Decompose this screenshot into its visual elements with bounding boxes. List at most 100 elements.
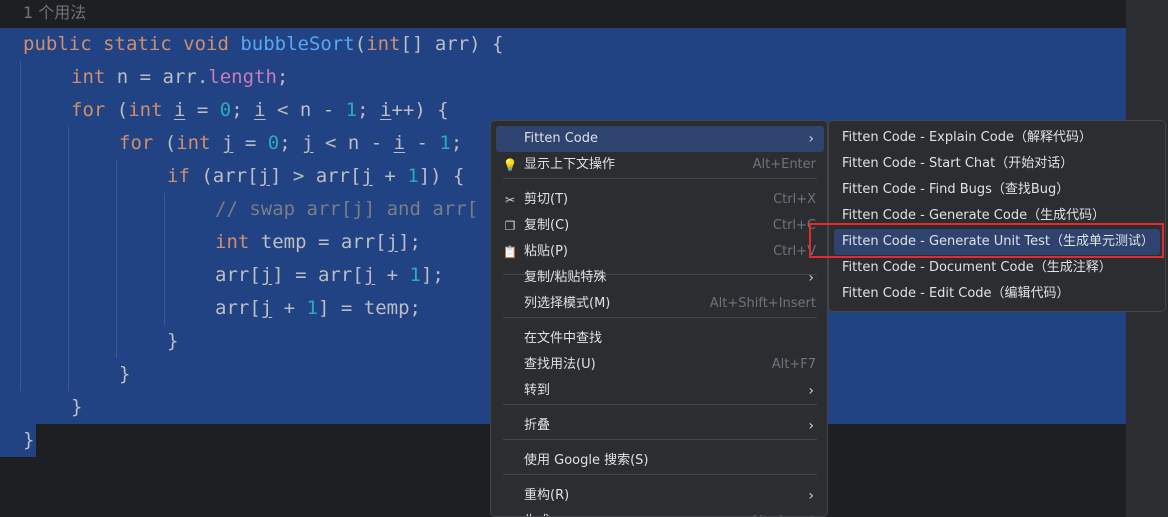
code-token: int — [128, 99, 174, 121]
chevron-right-icon: › — [808, 383, 814, 399]
code-line[interactable]: int temp = arr[j]; — [215, 226, 421, 259]
code-token: bubbleSort — [240, 33, 355, 55]
code-line[interactable]: arr[j] = arr[j + 1]; — [215, 259, 444, 292]
code-token: int — [176, 132, 222, 154]
menu-item-label: 使用 Google 搜索(S) — [524, 453, 649, 468]
menu-item-label: Fitten Code — [524, 131, 598, 146]
code-token: i — [379, 99, 392, 121]
code-line[interactable]: if (arr[j] > arr[j + 1]) { — [167, 160, 465, 193]
code-token: } — [119, 363, 131, 385]
code-token: ]; — [398, 231, 421, 253]
code-token: if — [167, 165, 202, 187]
code-token: int — [366, 33, 401, 55]
menu-item[interactable]: Fitten Code › — [496, 126, 824, 152]
code-line[interactable]: for (int j = 0; j < n - i - 1; — [119, 127, 462, 160]
menu-item-shortcut: Alt+Insert — [750, 509, 816, 516]
indent-guide — [164, 193, 165, 325]
code-line[interactable]: } — [119, 358, 130, 391]
code-token: // swap arr[j] and arr[ — [215, 198, 479, 220]
code-line[interactable]: public static void bubbleSort(int[] arr)… — [23, 28, 503, 61]
indent-guide — [116, 160, 117, 358]
code-line[interactable]: } — [23, 424, 34, 457]
menu-item[interactable]: 查找用法(U) Alt+F7 — [496, 352, 824, 378]
code-token: j — [302, 132, 314, 154]
menu-item-label: 查找用法(U) — [524, 357, 596, 372]
submenu-item[interactable]: Fitten Code - Start Chat（开始对话） — [834, 151, 1160, 177]
code-token: 0 — [219, 99, 232, 121]
code-line[interactable]: arr[j + 1] = temp; — [215, 292, 421, 325]
chevron-right-icon: › — [808, 131, 814, 147]
menu-item[interactable]: 折叠 › — [496, 413, 824, 439]
indent-guide — [68, 127, 69, 391]
usages-hint[interactable]: 1 个用法 — [23, 0, 86, 26]
submenu-item[interactable]: Fitten Code - Edit Code（编辑代码） — [834, 281, 1160, 307]
code-line[interactable]: for (int i = 0; i < n - 1; i++) { — [71, 94, 449, 127]
menu-item[interactable]: 📋 粘贴(P) Ctrl+V — [496, 239, 824, 265]
menu-item[interactable]: 生成... Alt+Insert — [496, 509, 824, 516]
code-line[interactable]: } — [71, 391, 82, 424]
menu-separator — [503, 439, 817, 440]
menu-separator — [503, 474, 817, 475]
submenu-item[interactable]: Fitten Code - Find Bugs（查找Bug） — [834, 177, 1160, 203]
submenu-item-label: Fitten Code - Document Code（生成注释） — [842, 260, 1112, 275]
code-token: = — [185, 99, 220, 121]
menu-item-shortcut: Alt+Shift+Insert — [709, 296, 816, 311]
menu-separator — [503, 317, 817, 318]
code-token: ( — [116, 99, 129, 121]
code-token: ; — [357, 99, 380, 121]
menu-item[interactable]: 💡 显示上下文操作 Alt+Enter — [496, 152, 824, 178]
menu-item-label: 转到 — [524, 383, 551, 398]
menu-item-shortcut: Alt+Enter — [752, 157, 816, 172]
menu-item[interactable]: 复制/粘贴特殊 › — [496, 265, 824, 291]
code-token: + — [375, 264, 410, 286]
fitten-code-submenu: Fitten Code - Explain Code（解释代码） Fitten C… — [828, 120, 1166, 312]
menu-item[interactable]: ✂ 剪切(T) Ctrl+X — [496, 187, 824, 213]
code-token: ]) { — [418, 165, 465, 187]
code-token: } — [23, 429, 35, 451]
code-token: 1 — [439, 132, 451, 154]
menu-item-label: 折叠 — [524, 418, 551, 433]
menu-item[interactable]: 列选择模式(M) Alt+Shift+Insert — [496, 291, 824, 317]
code-token: ( — [164, 132, 177, 154]
code-line[interactable]: // swap arr[j] and arr[ — [215, 193, 478, 226]
submenu-item[interactable]: Fitten Code - Explain Code（解释代码） — [834, 125, 1160, 151]
menu-item[interactable]: 重构(R) › — [496, 483, 824, 509]
lightbulb-icon: 💡 — [502, 158, 518, 172]
scissors-icon: ✂ — [504, 193, 516, 207]
code-token: - — [405, 132, 440, 154]
code-line[interactable]: int n = arr.length; — [71, 61, 288, 94]
code-token: int — [71, 66, 117, 88]
code-token: j — [363, 264, 376, 286]
context-menu: Fitten Code › 💡 显示上下文操作 Alt+Enter ✂ 剪切(T) Ctrl+… — [490, 120, 828, 517]
menu-item-label: 重构(R) — [524, 488, 570, 503]
submenu-item[interactable]: Fitten Code - Document Code（生成注释） — [834, 255, 1160, 281]
code-token: 0 — [267, 132, 280, 154]
copy-icon: ❐ — [504, 219, 516, 233]
code-token: length — [208, 66, 277, 88]
menu-item[interactable]: ❐ 复制(C) Ctrl+C — [496, 213, 824, 239]
menu-item[interactable]: 转到 › — [496, 378, 824, 404]
code-token: j — [258, 165, 270, 187]
code-token: < n - — [265, 99, 346, 121]
menu-item[interactable]: 在文件中查找 — [496, 326, 824, 352]
code-token: ; — [450, 132, 463, 154]
code-line[interactable]: } — [167, 325, 178, 358]
code-token: + — [372, 165, 408, 187]
code-token: < n - — [313, 132, 394, 154]
menu-item-label: 复制/粘贴特殊 — [524, 270, 607, 285]
code-token: for — [71, 99, 117, 121]
code-token: ++) { — [391, 99, 449, 121]
code-token: i — [393, 132, 406, 154]
menu-item-label: 列选择模式(M) — [524, 296, 611, 311]
code-token: j — [386, 231, 399, 253]
menu-item-label: 生成... — [524, 509, 562, 516]
menu-item-label: 显示上下文操作 — [524, 157, 616, 172]
menu-item[interactable]: 使用 Google 搜索(S) — [496, 448, 824, 474]
menu-item-label: 粘贴(P) — [524, 244, 568, 259]
code-token: ]; — [420, 264, 444, 286]
code-token: ( — [354, 33, 367, 55]
code-token: + — [272, 297, 307, 319]
submenu-item-label: Fitten Code - Explain Code（解释代码） — [842, 130, 1092, 145]
code-token: n = arr. — [116, 66, 209, 88]
code-token: int — [215, 231, 261, 253]
